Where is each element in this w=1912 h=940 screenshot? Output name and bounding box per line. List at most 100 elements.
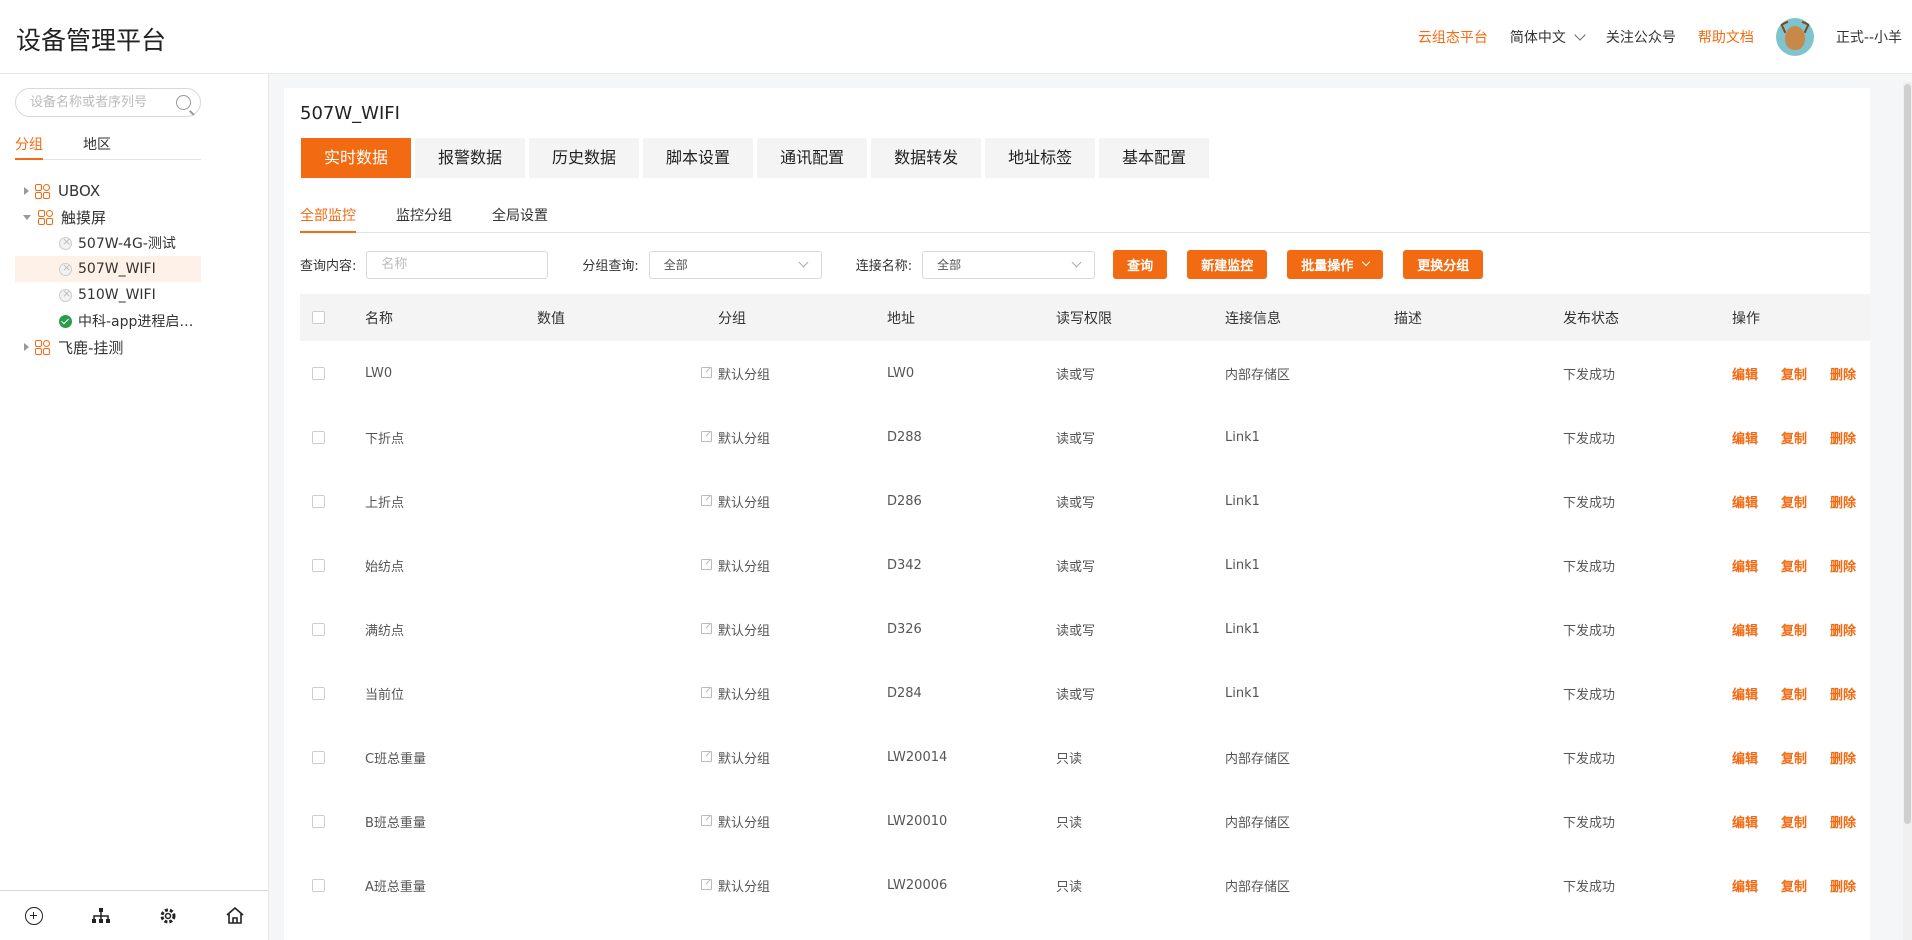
edit-link[interactable]: 编辑 [1732,492,1758,511]
avatar[interactable] [1775,18,1814,56]
row-value [537,427,718,447]
copy-link[interactable]: 复制 [1781,748,1807,767]
copy-link[interactable]: 复制 [1781,492,1807,511]
language-select[interactable]: 简体中文 [1510,27,1586,47]
tab-script-settings[interactable]: 脚本设置 [643,138,754,178]
tab-alarm-data[interactable]: 报警数据 [415,138,526,178]
tree-node-touchscreen[interactable]: 触摸屏 [15,204,201,230]
header-right: 云组态平台 简体中文 关注公众号 帮助文档 正式--小羊 [1396,0,1902,74]
row-checkbox[interactable] [312,558,325,572]
row-checkbox[interactable] [312,814,325,828]
row-checkbox[interactable] [312,750,325,764]
connection-select[interactable]: 全部 [922,250,1096,279]
scrollbar-thumb[interactable] [1904,84,1911,824]
delete-link[interactable]: 删除 [1830,620,1856,639]
tab-history-data[interactable]: 历史数据 [529,138,640,178]
edit-value-icon[interactable] [701,751,712,762]
select-all-checkbox[interactable] [312,311,325,324]
tab-group[interactable]: 分组 [15,134,43,160]
tab-region[interactable]: 地区 [83,134,111,160]
copy-link[interactable]: 复制 [1781,428,1807,447]
settings-gear-icon[interactable] [157,905,179,927]
tree-device-510w-wifi[interactable]: 510W_WIFI [15,282,201,308]
table-row: 始纺点 默认分组 D342 读或写 Link1 下发成功 编辑 复制 删除 [300,533,1870,597]
follow-link[interactable]: 关注公众号 [1606,27,1676,47]
tree-device-zhongke[interactable]: 中科-app进程启… [15,308,201,334]
query-input[interactable] [366,250,549,279]
edit-link[interactable]: 编辑 [1732,620,1758,639]
hierarchy-icon[interactable] [90,905,112,927]
table-row: 下折点 默认分组 D288 读或写 Link1 下发成功 编辑 复制 删除 [300,405,1870,469]
row-checkbox[interactable] [312,430,325,444]
edit-value-icon[interactable] [701,367,712,378]
col-status: 发布状态 [1563,310,1619,327]
edit-value-icon[interactable] [701,431,712,442]
delete-link[interactable]: 删除 [1830,684,1856,703]
edit-link[interactable]: 编辑 [1732,556,1758,575]
query-button[interactable]: 查询 [1113,250,1168,279]
subtab-global-settings[interactable]: 全局设置 [492,200,548,233]
new-monitor-button[interactable]: 新建监控 [1187,250,1268,279]
tab-comm-config[interactable]: 通讯配置 [757,138,868,178]
edit-value-icon[interactable] [701,495,712,506]
expand-arrow-icon[interactable] [24,187,29,195]
delete-link[interactable]: 删除 [1830,556,1856,575]
copy-link[interactable]: 复制 [1781,684,1807,703]
edit-link[interactable]: 编辑 [1732,364,1758,383]
tab-data-forward[interactable]: 数据转发 [871,138,982,178]
tab-address-tags[interactable]: 地址标签 [985,138,1096,178]
copy-link[interactable]: 复制 [1781,620,1807,639]
row-link: Link1 [1225,493,1260,509]
row-checkbox[interactable] [312,622,325,636]
delete-link[interactable]: 删除 [1830,876,1856,895]
tree-node-feilu[interactable]: 飞鹿-挂测 [15,334,201,360]
edit-link[interactable]: 编辑 [1732,812,1758,831]
row-checkbox[interactable] [312,686,325,700]
page-scrollbar[interactable] [1903,82,1912,940]
change-group-button[interactable]: 更换分组 [1403,250,1484,279]
edit-value-icon[interactable] [701,687,712,698]
edit-link[interactable]: 编辑 [1732,748,1758,767]
tree-node-ubox[interactable]: UBOX [15,178,201,204]
batch-ops-button[interactable]: 批量操作 [1287,250,1384,279]
row-checkbox[interactable] [312,494,325,508]
tree-device-507w-wifi[interactable]: 507W_WIFI [15,256,201,282]
subtab-all-monitors[interactable]: 全部监控 [300,200,356,233]
group-select[interactable]: 全部 [648,250,822,279]
edit-value-icon[interactable] [701,815,712,826]
edit-value-icon[interactable] [701,879,712,890]
copy-link[interactable]: 复制 [1781,812,1807,831]
row-name: B班总重量 [365,815,426,831]
cloud-platform-link[interactable]: 云组态平台 [1418,27,1488,47]
row-name: LW0 [365,365,393,381]
row-checkbox[interactable] [312,878,325,892]
copy-link[interactable]: 复制 [1781,876,1807,895]
delete-link[interactable]: 删除 [1830,364,1856,383]
search-icon[interactable] [176,95,191,110]
expand-arrow-icon[interactable] [24,343,29,351]
help-docs-link[interactable]: 帮助文档 [1698,27,1754,47]
device-search [15,88,201,117]
collapse-arrow-icon[interactable] [23,214,31,220]
row-value [537,875,718,895]
tab-realtime-data[interactable]: 实时数据 [301,138,412,178]
row-checkbox[interactable] [312,366,325,380]
edit-link[interactable]: 编辑 [1732,428,1758,447]
user-name[interactable]: 正式--小羊 [1836,27,1902,47]
edit-value-icon[interactable] [701,623,712,634]
tree-device-507w-4g[interactable]: 507W-4G-测试 [15,230,201,256]
edit-value-icon[interactable] [701,559,712,570]
add-icon[interactable] [23,905,45,927]
device-search-input[interactable] [30,89,180,116]
home-icon[interactable] [224,905,246,927]
delete-link[interactable]: 删除 [1830,812,1856,831]
edit-link[interactable]: 编辑 [1732,684,1758,703]
copy-link[interactable]: 复制 [1781,364,1807,383]
subtab-monitor-groups[interactable]: 监控分组 [396,200,452,233]
edit-link[interactable]: 编辑 [1732,876,1758,895]
delete-link[interactable]: 删除 [1830,428,1856,447]
delete-link[interactable]: 删除 [1830,492,1856,511]
copy-link[interactable]: 复制 [1781,556,1807,575]
delete-link[interactable]: 删除 [1830,748,1856,767]
tab-basic-config[interactable]: 基本配置 [1099,138,1210,178]
